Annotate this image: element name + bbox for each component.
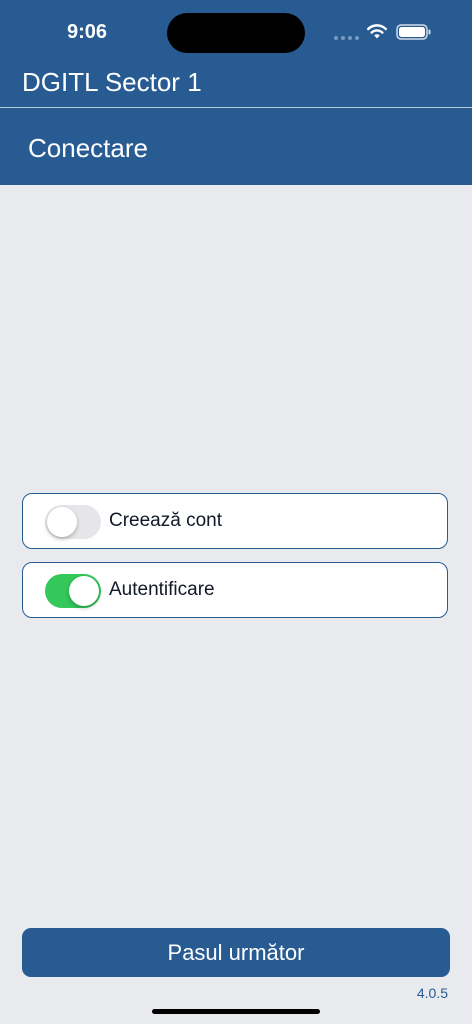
app-header: 9:06 DGITL Sector 1 Conectare: [0, 0, 472, 185]
authentication-option[interactable]: Autentificare: [22, 562, 448, 618]
home-indicator: [152, 1009, 320, 1014]
app-title: DGITL Sector 1: [22, 67, 202, 97]
battery-icon: [396, 24, 431, 40]
toggle-knob: [69, 576, 99, 606]
toggle-knob: [47, 507, 77, 537]
create-account-option[interactable]: Creează cont: [22, 493, 448, 549]
next-step-button[interactable]: Pasul următor: [22, 928, 450, 977]
dynamic-island: [167, 13, 305, 53]
wifi-icon: [367, 24, 387, 39]
cellular-signal-icon: [334, 36, 359, 40]
create-account-toggle[interactable]: [45, 505, 101, 539]
app-version: 4.0.5: [416, 985, 448, 1001]
page-title: Conectare: [28, 133, 148, 163]
authentication-label: Autentificare: [109, 579, 215, 600]
header-divider: [0, 107, 472, 108]
status-time: 9:06: [67, 21, 108, 43]
create-account-label: Creează cont: [109, 510, 223, 531]
authentication-toggle[interactable]: [45, 574, 101, 608]
